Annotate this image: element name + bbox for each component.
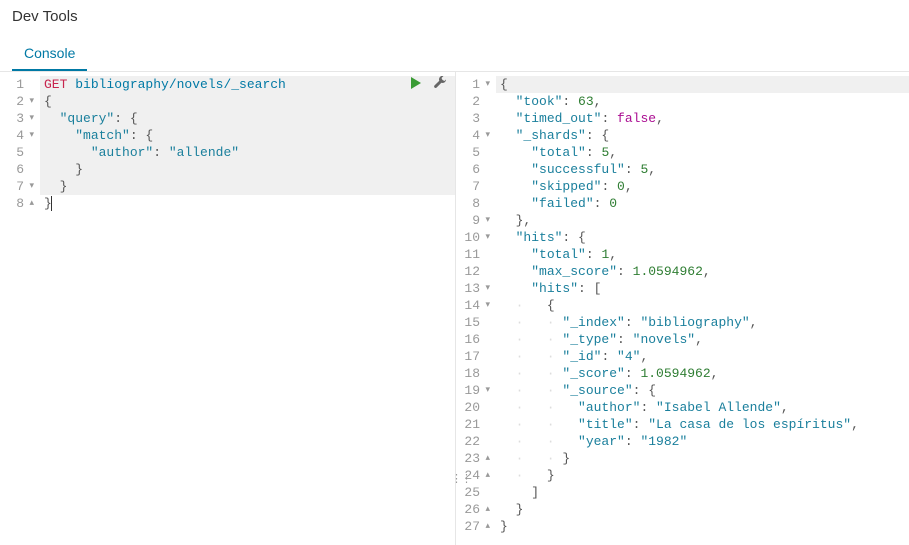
- line-number: 2▾: [0, 93, 34, 110]
- line-number: 5: [0, 144, 34, 161]
- line-number: 16: [456, 331, 490, 348]
- pane-divider[interactable]: ⋮⋮: [455, 72, 456, 545]
- line-number: 3▾: [0, 110, 34, 127]
- line-number: 19▾: [456, 382, 490, 399]
- line-number: 9▾: [456, 212, 490, 229]
- line-number: 2: [456, 93, 490, 110]
- line-number: 13▾: [456, 280, 490, 297]
- line-number: 6: [456, 161, 490, 178]
- line-number: 22: [456, 433, 490, 450]
- line-number: 26▴: [456, 501, 490, 518]
- line-number: 4▾: [0, 127, 34, 144]
- drag-handle-icon[interactable]: ⋮⋮: [451, 472, 471, 485]
- line-number: 10▾: [456, 229, 490, 246]
- line-number: 14▾: [456, 297, 490, 314]
- line-number: 20: [456, 399, 490, 416]
- line-number: 7▾: [0, 178, 34, 195]
- request-gutter: 12▾3▾4▾567▾8▴: [0, 72, 40, 545]
- response-viewer: 1▾234▾56789▾10▾111213▾14▾1516171819▾2021…: [456, 72, 909, 545]
- wrench-icon[interactable]: [433, 76, 447, 90]
- http-method: GET: [44, 77, 67, 92]
- line-number: 8▴: [0, 195, 34, 212]
- line-number: 12: [456, 263, 490, 280]
- line-number: 8: [456, 195, 490, 212]
- line-number: 1: [0, 76, 34, 93]
- request-path: bibliography/novels/_search: [75, 77, 286, 92]
- line-number: 4▾: [456, 127, 490, 144]
- page-title: Dev Tools: [12, 8, 897, 25]
- line-number: 23▴: [456, 450, 490, 467]
- line-number: 7: [456, 178, 490, 195]
- line-number: 21: [456, 416, 490, 433]
- request-editor[interactable]: 12▾3▾4▾567▾8▴ GET bibliography/novels/_s…: [0, 72, 455, 545]
- line-number: 15: [456, 314, 490, 331]
- line-number: 18: [456, 365, 490, 382]
- run-icon[interactable]: [409, 76, 423, 90]
- line-number: 27▴: [456, 518, 490, 535]
- line-number: 3: [456, 110, 490, 127]
- line-number: 17: [456, 348, 490, 365]
- cursor: [51, 196, 52, 211]
- line-number: 1▾: [456, 76, 490, 93]
- line-number: 6: [0, 161, 34, 178]
- tab-console[interactable]: Console: [12, 37, 87, 71]
- line-number: 11: [456, 246, 490, 263]
- tabs: Console: [0, 37, 909, 72]
- line-number: 25: [456, 484, 490, 501]
- line-number: 5: [456, 144, 490, 161]
